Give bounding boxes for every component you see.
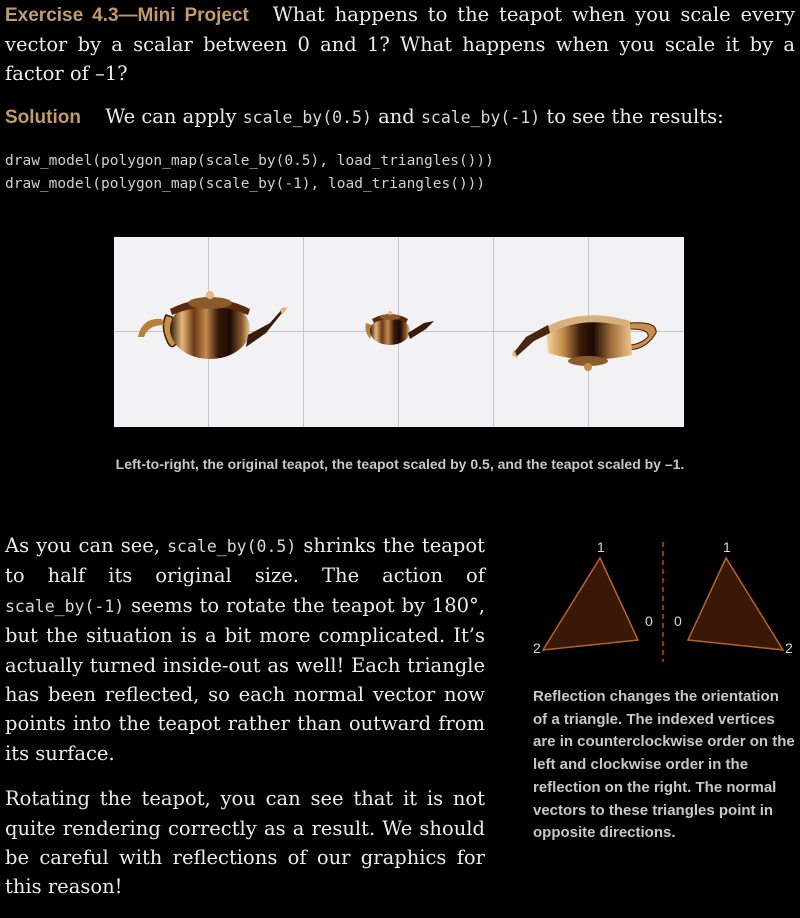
triangle-diagram: 1 0 2 1 0 2 xyxy=(533,539,793,662)
teapot-scaled-half xyxy=(365,311,434,345)
right-label-0: 0 xyxy=(674,613,682,629)
exercise-paragraph: Exercise 4.3—Mini Project What happens t… xyxy=(5,0,795,88)
solution-code-1: scale_by(0.5) xyxy=(242,108,372,127)
solution-text-after: to see the results: xyxy=(546,105,724,128)
solution-code-2: scale_by(-1) xyxy=(420,108,541,127)
left-label-0: 0 xyxy=(645,613,653,629)
teapot-figure xyxy=(114,237,684,427)
solution-paragraph: Solution We can apply scale_by(0.5) and … xyxy=(5,103,795,132)
body-code-1: scale_by(0.5) xyxy=(167,537,297,556)
body-code-2: scale_by(-1) xyxy=(5,596,125,616)
right-triangle xyxy=(686,556,785,651)
body-paragraph-2: Rotating the teapot, you can see that it… xyxy=(5,787,485,899)
body-text-span: seems to rotate the teapot by 180°, but … xyxy=(5,593,485,765)
triangle-reflection-figure: 1 0 2 1 0 2 xyxy=(528,536,800,666)
figure-caption: Left-to-right, the original teapot, the … xyxy=(115,456,685,472)
left-label-2: 2 xyxy=(533,640,541,656)
triangle-figure-caption: Reflection changes the orientation of a … xyxy=(533,688,795,842)
body-text-span: As you can see, xyxy=(5,534,161,557)
exercise-label: Exercise 4.3—Mini Project xyxy=(5,5,249,26)
teapot-renders xyxy=(138,291,657,371)
teapot-scaled-negative xyxy=(512,315,657,371)
left-triangle xyxy=(541,556,640,651)
right-label-2: 2 xyxy=(785,640,793,656)
right-label-1: 1 xyxy=(723,539,731,555)
solution-text-mid: and xyxy=(378,105,415,128)
solution-label: Solution xyxy=(5,107,81,128)
code-line-2: draw_model(polygon_map(scale_by(-1), loa… xyxy=(5,176,486,192)
body-paragraph-1: As you can see, scale_by(0.5) shrinks th… xyxy=(5,531,485,768)
code-block: draw_model(polygon_map(scale_by(0.5), lo… xyxy=(5,150,494,196)
body-text: As you can see, scale_by(0.5) shrinks th… xyxy=(5,531,485,918)
code-line-1: draw_model(polygon_map(scale_by(0.5), lo… xyxy=(5,153,494,169)
solution-text-before: We can apply xyxy=(105,105,237,128)
left-label-1: 1 xyxy=(597,539,605,555)
teapot-original xyxy=(138,291,288,359)
